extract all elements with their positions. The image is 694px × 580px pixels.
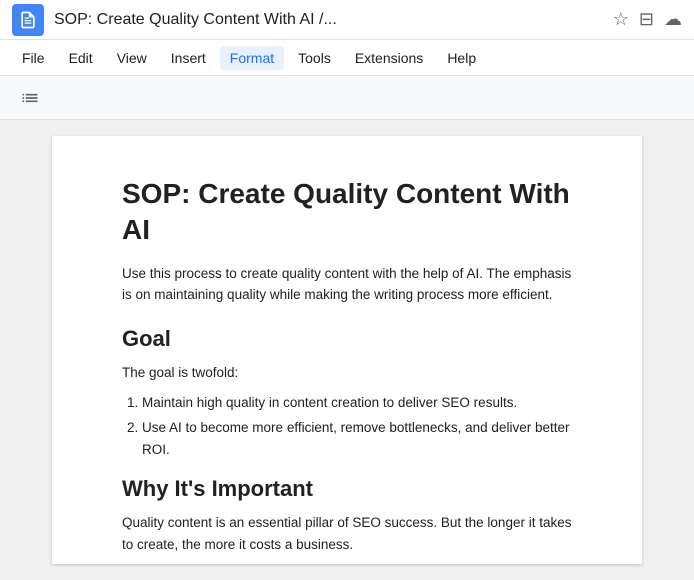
goal-paragraph: The goal is twofold:	[122, 362, 572, 384]
document-title: SOP: Create Quality Content With AI /...	[54, 11, 603, 29]
star-icon[interactable]: ☆	[613, 9, 629, 30]
document-area: SOP: Create Quality Content With AI Use …	[0, 120, 694, 580]
why-paragraph1: Quality content is an essential pillar o…	[122, 512, 572, 555]
menu-insert[interactable]: Insert	[161, 46, 216, 70]
menu-format[interactable]: Format	[220, 46, 284, 70]
toolbar-area	[0, 76, 694, 120]
menu-bar: File Edit View Insert Format Tools Exten…	[0, 40, 694, 76]
goal-list: Maintain high quality in content creatio…	[142, 392, 572, 461]
why-heading: Why It's Important	[122, 476, 572, 502]
document-page: SOP: Create Quality Content With AI Use …	[52, 136, 642, 564]
folder-icon[interactable]: ⊟	[639, 9, 654, 30]
list-item: Use AI to become more efficient, remove …	[142, 417, 572, 460]
list-item: Maintain high quality in content creatio…	[142, 392, 572, 414]
goal-heading: Goal	[122, 326, 572, 352]
menu-file[interactable]: File	[12, 46, 55, 70]
title-actions: ☆ ⊟ ☁	[613, 9, 682, 30]
menu-view[interactable]: View	[107, 46, 157, 70]
menu-edit[interactable]: Edit	[59, 46, 103, 70]
menu-extensions[interactable]: Extensions	[345, 46, 433, 70]
outline-toggle-button[interactable]	[12, 80, 48, 116]
app-icon	[12, 4, 44, 36]
document-main-title: SOP: Create Quality Content With AI	[122, 176, 572, 249]
menu-help[interactable]: Help	[437, 46, 486, 70]
menu-tools[interactable]: Tools	[288, 46, 341, 70]
title-bar: SOP: Create Quality Content With AI /...…	[0, 0, 694, 40]
cloud-icon[interactable]: ☁	[664, 9, 682, 30]
document-intro: Use this process to create quality conte…	[122, 263, 572, 306]
